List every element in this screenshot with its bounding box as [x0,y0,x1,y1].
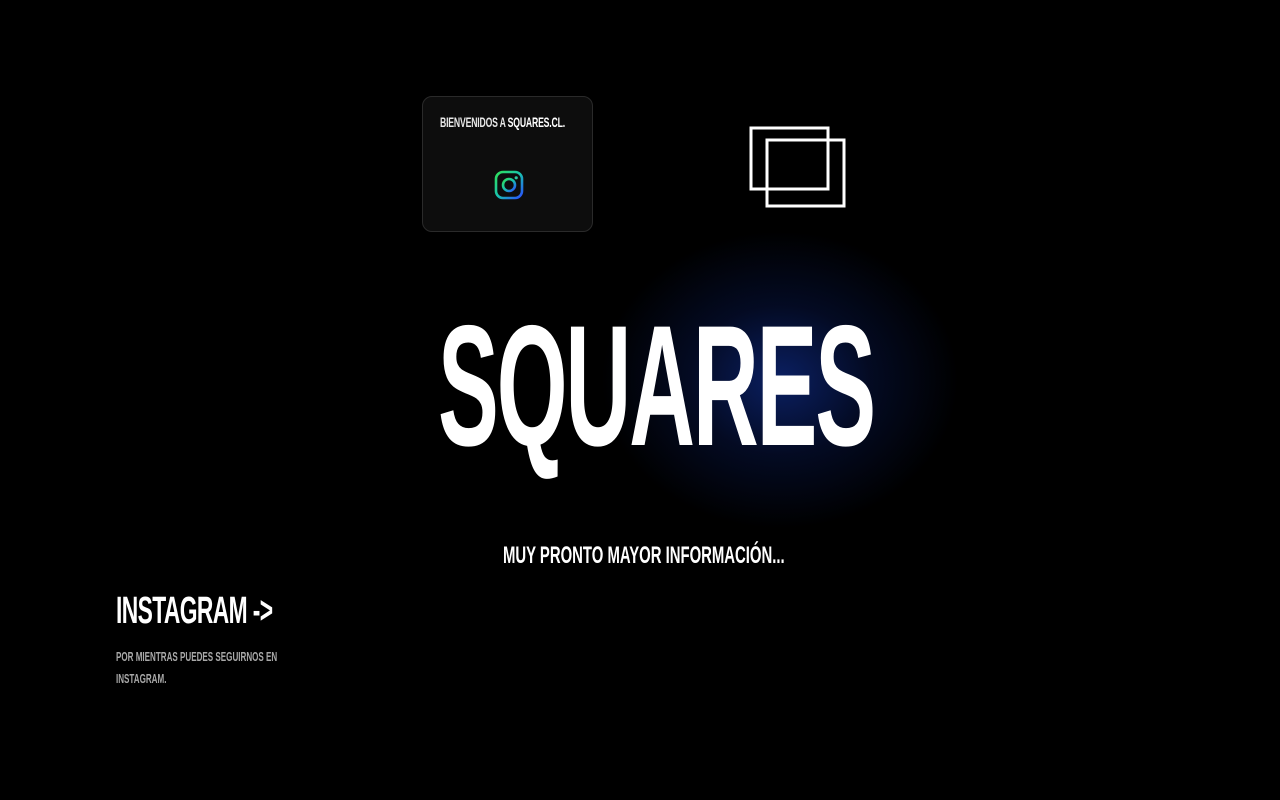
instagram-description-line1: POR MIENTRAS PUEDES SEGUIRNOS EN [116,649,278,664]
instagram-description-line2: INSTAGRAM. [116,671,167,686]
instagram-icon[interactable] [494,170,524,200]
coming-soon-text: MUY PRONTO MAYOR INFORMACIÓN... [503,542,785,569]
instagram-link[interactable]: INSTAGRAM -> [116,590,273,632]
welcome-prefix: BIENVENIDOS A [440,114,508,130]
squares-logo-icon [749,126,847,208]
instagram-description: POR MIENTRAS PUEDES SEGUIRNOS EN INSTAGR… [116,646,416,690]
hero-title: SQUARES [438,290,876,482]
welcome-card: BIENVENIDOS A SQUARES.CL. [422,96,593,232]
welcome-brand: SQUARES.CL. [507,114,565,130]
welcome-text: BIENVENIDOS A SQUARES.CL. [440,114,565,130]
